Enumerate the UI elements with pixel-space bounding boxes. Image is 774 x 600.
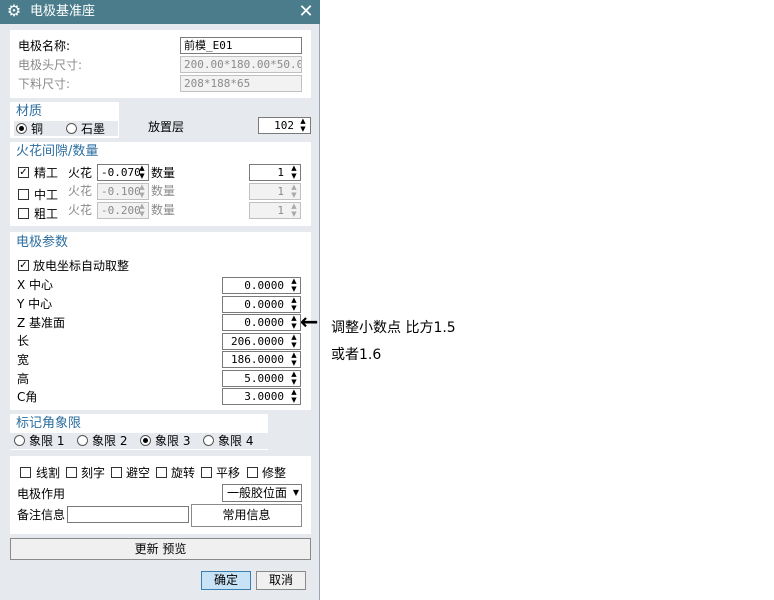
quadrant-4-radio[interactable] <box>203 435 214 446</box>
chevron-down-icon: ▼ <box>292 488 299 497</box>
finish-count-label: 数量 <box>151 166 176 180</box>
clearance-checkbox[interactable] <box>111 467 122 478</box>
annotation-line-2: 或者1.6 <box>331 347 382 363</box>
layer-spinner[interactable]: ▲ ▼ <box>297 117 309 134</box>
quadrant-title: 标记角象限 <box>16 416 82 431</box>
ok-button[interactable]: 确定 <box>201 571 251 590</box>
material-copper-label: 铜 <box>31 122 44 136</box>
material-graphite-label: 石墨 <box>81 122 106 136</box>
trim-checkbox[interactable] <box>247 467 258 478</box>
common-info-button[interactable]: 常用信息 <box>191 504 302 527</box>
rough-gap-spinner: ▲ ▼ <box>139 202 145 218</box>
material-copper-radio[interactable] <box>16 123 27 134</box>
finish-spark-label: 火花 <box>68 166 93 180</box>
material-graphite-radio[interactable] <box>66 123 77 134</box>
electrode-base-dialog: ⚙ 电极基准座 ✕ 电极名称: 前模_E01 电极头尺寸: 200.00*180… <box>0 0 320 600</box>
trim-label: 修整 <box>262 466 287 480</box>
wire-cut-checkbox[interactable] <box>20 467 31 478</box>
length-label: 长 <box>17 334 30 348</box>
close-icon[interactable]: ✕ <box>298 3 314 21</box>
quadrant-options: 象限 1 象限 2 象限 3 象限 4 <box>10 433 268 449</box>
quadrant-1-radio[interactable] <box>14 435 25 446</box>
material-title: 材质 <box>16 104 43 119</box>
layer-label: 放置层 <box>148 120 185 134</box>
note-label: 备注信息 <box>17 508 66 522</box>
material-options: 铜 石墨 <box>14 121 118 136</box>
quadrant-panel: 标记角象限 象限 1 象限 2 象限 3 象限 4 <box>10 414 268 450</box>
medium-count-label: 数量 <box>151 184 176 198</box>
rotate-checkbox[interactable] <box>156 467 167 478</box>
spark-gap-title: 火花间隙/数量 <box>16 144 99 159</box>
engrave-label: 刻字 <box>81 466 106 480</box>
clearance-label: 避空 <box>126 466 151 480</box>
medium-spark-label: 火花 <box>68 184 93 198</box>
params-title: 电极参数 <box>16 235 69 250</box>
medium-checkbox[interactable] <box>18 189 29 200</box>
electrode-name-input[interactable]: 前模_E01 <box>180 37 302 54</box>
function-value: 一般胶位面 <box>227 486 288 500</box>
rough-label: 粗工 <box>34 207 59 221</box>
rough-checkbox[interactable] <box>18 208 29 219</box>
stock-size-label: 下料尺寸: <box>18 77 71 91</box>
z-datum-spinner[interactable]: ▲ ▼ <box>288 314 300 331</box>
electrode-name-label: 电极名称: <box>18 39 71 53</box>
arrow-left-icon: ← <box>300 310 319 335</box>
length-spinner[interactable]: ▲ ▼ <box>288 333 300 350</box>
quadrant-2-radio[interactable] <box>77 435 88 446</box>
quadrant-2-label: 象限 2 <box>92 434 128 448</box>
medium-label: 中工 <box>34 188 59 202</box>
auto-round-checkbox[interactable]: ✓ <box>18 260 29 271</box>
wire-cut-label: 线割 <box>36 466 61 480</box>
head-size-field: 200.00*180.00*50.00 <box>180 56 302 73</box>
annotation-line-1: 调整小数点 比方1.5 <box>331 320 456 336</box>
chamfer-spinner[interactable]: ▲ ▼ <box>288 388 300 405</box>
function-select[interactable]: 一般胶位面 ▼ <box>222 484 302 502</box>
height-spinner[interactable]: ▲ ▼ <box>288 370 300 387</box>
x-center-spinner[interactable]: ▲ ▼ <box>288 277 300 294</box>
material-panel: 材质 铜 石墨 <box>10 102 119 138</box>
finish-gap-spinner[interactable]: ▲ ▼ <box>136 164 148 181</box>
translate-label: 平移 <box>216 466 241 480</box>
y-center-spinner[interactable]: ▲ ▼ <box>288 296 300 313</box>
z-datum-label: Z 基准面 <box>17 316 66 330</box>
options-panel: 线割 刻字 避空 旋转 平移 修整 电极作用 一般胶位面 ▼ 备注信息 常用信息 <box>10 456 311 534</box>
height-label: 高 <box>17 372 30 386</box>
finish-label: 精工 <box>34 166 59 180</box>
head-size-label: 电极头尺寸: <box>18 58 83 72</box>
rotate-label: 旋转 <box>171 466 196 480</box>
finish-count-spinner[interactable]: ▲ ▼ <box>288 164 300 181</box>
function-label: 电极作用 <box>17 487 66 501</box>
spark-gap-panel: 火花间隙/数量 ✓ 精工 火花 -0.070 ▲ ▼ 数量 1 ▲ ▼ 中工 火花 … <box>10 142 311 226</box>
update-preview-button[interactable]: 更新 预览 <box>10 538 311 560</box>
auto-round-label: 放电坐标自动取整 <box>33 259 130 273</box>
quadrant-3-label: 象限 3 <box>155 434 191 448</box>
gear-icon: ⚙ <box>6 1 22 20</box>
cancel-button[interactable]: 取消 <box>256 571 306 590</box>
quadrant-4-label: 象限 4 <box>218 434 254 448</box>
medium-count-spinner: ▲ ▼ <box>291 183 297 199</box>
quadrant-3-radio[interactable] <box>140 435 151 446</box>
window-title: 电极基准座 <box>30 4 96 19</box>
basic-info-panel: 电极名称: 前模_E01 电极头尺寸: 200.00*180.00*50.00 … <box>10 30 311 98</box>
width-label: 宽 <box>17 353 30 367</box>
x-center-label: X 中心 <box>17 278 54 292</box>
y-center-label: Y 中心 <box>17 297 53 311</box>
rough-count-spinner: ▲ ▼ <box>291 202 297 218</box>
electrode-params-panel: 电极参数 ✓ 放电坐标自动取整 X 中心 0.0000 ▲ ▼ Y 中心 0.00… <box>10 232 311 410</box>
finish-checkbox[interactable]: ✓ <box>18 167 29 178</box>
engrave-checkbox[interactable] <box>66 467 77 478</box>
quadrant-1-label: 象限 1 <box>29 434 65 448</box>
rough-count-label: 数量 <box>151 203 176 217</box>
translate-checkbox[interactable] <box>201 467 212 478</box>
medium-gap-spinner: ▲ ▼ <box>139 183 145 199</box>
rough-spark-label: 火花 <box>68 203 93 217</box>
chamfer-label: C角 <box>17 390 38 404</box>
note-input[interactable] <box>67 506 189 523</box>
stock-size-field: 208*188*65 <box>180 75 302 92</box>
width-spinner[interactable]: ▲ ▼ <box>288 351 300 368</box>
title-bar[interactable]: ⚙ 电极基准座 ✕ <box>0 0 320 24</box>
